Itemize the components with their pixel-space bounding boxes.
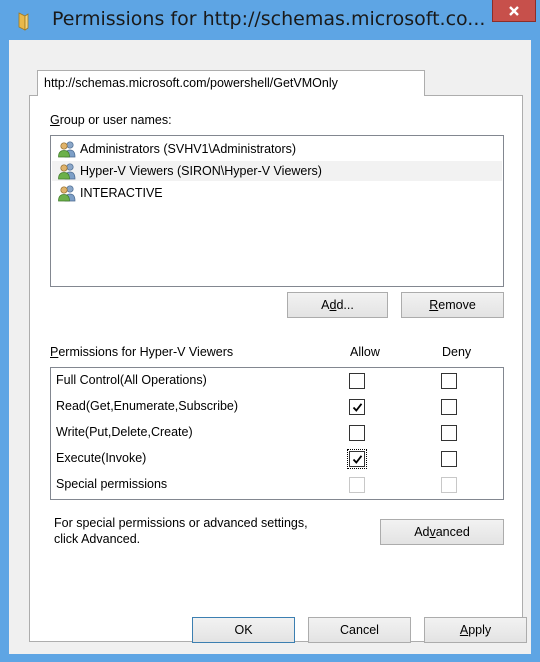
cancel-button[interactable]: Cancel [308, 617, 411, 643]
permission-row: Special permissions [51, 473, 503, 499]
deny-checkbox [441, 477, 457, 493]
permission-name: Execute(Invoke) [56, 451, 146, 465]
allow-checkbox[interactable] [349, 425, 365, 441]
deny-checkbox[interactable] [441, 425, 457, 441]
group-names-label-rest: roup or user names: [60, 113, 172, 127]
remove-button[interactable]: Remove [401, 292, 504, 318]
title-bar[interactable]: Permissions for http://schemas.microsoft… [0, 0, 540, 40]
permission-row: Execute(Invoke) [51, 447, 503, 473]
list-item[interactable]: Hyper-V Viewers (SIRON\Hyper-V Viewers) [52, 161, 502, 181]
permission-row: Read(Get,Enumerate,Subscribe) [51, 395, 503, 421]
allow-checkbox [349, 477, 365, 493]
user-group-icon [57, 140, 77, 158]
list-item[interactable]: Administrators (SVHV1\Administrators) [52, 139, 502, 159]
permissions-header: Permissions for Hyper-V Viewers [50, 345, 233, 359]
ok-button[interactable]: OK [192, 617, 295, 643]
permissions-list: Full Control(All Operations) Read(Get,Enu… [50, 367, 504, 500]
group-user-list[interactable]: Administrators (SVHV1\Administrators) Hyp… [50, 135, 504, 287]
close-icon [508, 5, 520, 17]
allow-checkbox[interactable] [349, 399, 365, 415]
group-names-label: Group or user names: [50, 113, 172, 127]
deny-checkbox[interactable] [441, 451, 457, 467]
permission-row: Write(Put,Delete,Create) [51, 421, 503, 447]
list-item-label: Administrators (SVHV1\Administrators) [80, 142, 296, 156]
list-item-label: Hyper-V Viewers (SIRON\Hyper-V Viewers) [80, 164, 322, 178]
permission-row: Full Control(All Operations) [51, 369, 503, 395]
advanced-button[interactable]: Advanced [380, 519, 504, 545]
allow-checkbox[interactable] [349, 373, 365, 389]
allow-column-header: Allow [350, 345, 380, 359]
permissions-dialog: Permissions for http://schemas.microsoft… [0, 0, 540, 662]
user-group-icon [57, 184, 77, 202]
deny-column-header: Deny [442, 345, 471, 359]
advanced-note-line1: For special permissions or advanced sett… [54, 516, 308, 530]
folder-icon [16, 10, 38, 32]
window-title: Permissions for http://schemas.microsoft… [52, 8, 485, 30]
deny-checkbox[interactable] [441, 373, 457, 389]
user-group-icon [57, 162, 77, 180]
close-button[interactable] [492, 0, 536, 22]
deny-checkbox[interactable] [441, 399, 457, 415]
list-item[interactable]: INTERACTIVE [52, 183, 502, 203]
permission-name: Full Control(All Operations) [56, 373, 207, 387]
apply-button[interactable]: Apply [424, 617, 527, 643]
permission-name: Write(Put,Delete,Create) [56, 425, 193, 439]
tab-resource[interactable]: http://schemas.microsoft.com/powershell/… [37, 70, 425, 96]
add-button[interactable]: Add... [287, 292, 388, 318]
permission-name: Special permissions [56, 477, 167, 491]
allow-checkbox[interactable] [349, 451, 365, 467]
permission-name: Read(Get,Enumerate,Subscribe) [56, 399, 238, 413]
list-item-label: INTERACTIVE [80, 186, 163, 200]
advanced-note-line2: click Advanced. [54, 532, 140, 546]
